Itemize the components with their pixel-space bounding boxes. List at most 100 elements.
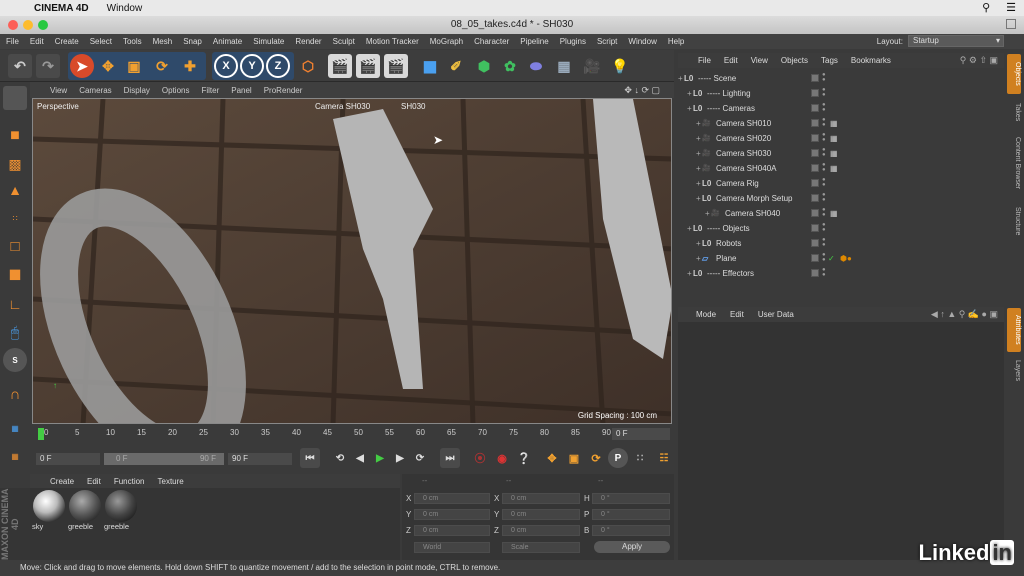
snapping-icon[interactable]: S [3,348,27,372]
menu-select[interactable]: Select [90,37,112,46]
expand-toggle-icon[interactable]: + [696,176,701,191]
menu-script[interactable]: Script [597,37,617,46]
expand-toggle-icon[interactable]: + [696,191,701,206]
expand-toggle-icon[interactable]: + [696,131,701,146]
start-frame-field[interactable]: 0 F [36,453,100,465]
key-parameter-icon[interactable]: P [608,448,628,468]
object-row[interactable]: + L0 ----- Cameras ● ● [678,101,1004,116]
target-tag-icon[interactable]: ▦ [830,116,838,131]
pos-x-field[interactable]: 0 cm [414,493,490,504]
rot-b-field[interactable]: 0 ° [592,525,670,536]
light-icon[interactable]: 💡 [608,54,632,78]
model-mode-icon[interactable]: ■ [3,124,27,148]
coord-scale-select[interactable]: Scale [502,542,580,553]
expand-toggle-icon[interactable]: + [687,101,692,116]
menu-character[interactable]: Character [474,37,509,46]
size-x-field[interactable]: 0 cm [502,493,580,504]
locked-workplane-icon[interactable]: ▦ [3,444,27,468]
object-row[interactable]: + 🎥 Camera SH040 ● ● ▦ [678,206,1004,221]
mat-menu-function[interactable]: Function [114,477,145,486]
menu-mograph[interactable]: MoGraph [430,37,463,46]
y-axis-lock-button[interactable]: Y [240,54,264,78]
cloner-icon[interactable]: ✿ [498,54,522,78]
visibility-dots-icon[interactable]: ● ● [822,192,826,203]
visibility-dots-icon[interactable]: ● ● [822,87,826,98]
object-row[interactable]: + L0 ----- Scene ● ● [678,71,1004,86]
menu-window[interactable]: Window [628,37,656,46]
live-selection-icon[interactable]: ➤ [70,54,94,78]
viewport-menu-cameras[interactable]: Cameras [79,86,111,95]
menu-animate[interactable]: Animate [213,37,242,46]
cube-icon[interactable]: ◼ [418,54,442,78]
move-tool-icon[interactable]: ✥ [96,54,120,78]
size-y-field[interactable]: 0 cm [502,509,580,520]
object-row[interactable]: + L0 Robots ● ● [678,236,1004,251]
tweak-mode-icon[interactable]: 🖱 [3,320,27,344]
tab-structure[interactable]: Structure [1007,200,1021,242]
material-swatch[interactable]: greeble [68,490,102,534]
expand-toggle-icon[interactable]: + [696,146,701,161]
om-menu-bookmarks[interactable]: Bookmarks [851,56,891,65]
edges-mode-icon[interactable]: □ [3,234,27,258]
expand-toggle-icon[interactable]: + [696,161,701,176]
attr-menu-user-data[interactable]: User Data [758,310,794,319]
keyframe-selection-icon[interactable]: ❔ [514,448,534,468]
pos-y-field[interactable]: 0 cm [414,509,490,520]
visibility-dots-icon[interactable]: ● ● [822,102,826,113]
menu-mesh[interactable]: Mesh [153,37,173,46]
layer-swatch[interactable] [811,239,819,247]
om-menu-view[interactable]: View [751,56,768,65]
layer-swatch[interactable] [811,194,819,202]
object-row[interactable]: + 🎥 Camera SH020 ● ● ▦ [678,131,1004,146]
object-row[interactable]: + L0 Camera Rig ● ● [678,176,1004,191]
make-editable-icon[interactable] [3,86,27,110]
menu-tools[interactable]: Tools [123,37,142,46]
deformer-icon[interactable]: ⬬ [524,54,548,78]
workplane-icon[interactable]: ▦ [3,416,27,440]
menu-edit[interactable]: Edit [30,37,44,46]
previous-frame-icon[interactable]: ◀ [350,448,370,468]
render-settings-icon[interactable]: 🎬 [384,54,408,78]
magnet-icon[interactable]: ∩ [3,382,27,406]
viewport-menu-options[interactable]: Options [162,86,190,95]
visibility-dots-icon[interactable]: ● ● [822,177,826,188]
menu-snap[interactable]: Snap [183,37,202,46]
menu-pipeline[interactable]: Pipeline [520,37,548,46]
autokey-icon[interactable]: ◉ [492,448,512,468]
tab-layers[interactable]: Layers [1007,356,1021,386]
viewport-3d[interactable]: Perspective Camera SH030 SH030 ➤ ↑ Grid … [32,98,672,424]
viewport-menu-filter[interactable]: Filter [201,86,219,95]
menu-help[interactable]: Help [668,37,684,46]
visibility-dots-icon[interactable]: ● ● [822,117,826,128]
pos-z-field[interactable]: 0 cm [414,525,490,536]
visibility-dots-icon[interactable]: ● ● [822,147,826,158]
layer-swatch[interactable] [811,89,819,97]
close-window-button[interactable] [8,20,18,30]
rot-p-field[interactable]: 0 ° [592,509,670,520]
layer-swatch[interactable] [811,119,819,127]
app-menu[interactable]: CINEMA 4D [34,3,89,14]
object-row[interactable]: + 🎥 Camera SH010 ● ● ▦ [678,116,1004,131]
texture-mode-icon[interactable]: ▩ [3,152,27,176]
menu-simulate[interactable]: Simulate [253,37,284,46]
om-menu-objects[interactable]: Objects [781,56,808,65]
end-frame-field[interactable]: 90 F [228,453,292,465]
redo-button[interactable]: ↷ [36,54,60,78]
preview-range-slider[interactable]: 0 F 90 F [104,453,224,465]
viewport-menu-prorender[interactable]: ProRender [264,86,303,95]
mat-menu-texture[interactable]: Texture [158,477,184,486]
fullscreen-icon[interactable] [1006,19,1016,29]
axis-mode-icon[interactable]: ∟ [3,292,27,316]
viewport-menu-display[interactable]: Display [124,86,150,95]
attr-menu-mode[interactable]: Mode [696,310,716,319]
object-row[interactable]: + L0 ----- Objects ● ● [678,221,1004,236]
viewport-nav-icons[interactable]: ✥ ↓ ⟳ ▢ [624,85,660,96]
menu-sculpt[interactable]: Sculpt [333,37,355,46]
key-rotation-icon[interactable]: ⟳ [586,448,606,468]
record-keys-icon[interactable]: ⦿ [470,448,490,468]
visibility-dots-icon[interactable]: ● ● [822,132,826,143]
attr-menu-edit[interactable]: Edit [730,310,744,319]
mat-menu-create[interactable]: Create [50,477,74,486]
target-tag-icon[interactable]: ▦ [830,131,838,146]
render-picture-viewer-icon[interactable]: 🎬 [356,54,380,78]
